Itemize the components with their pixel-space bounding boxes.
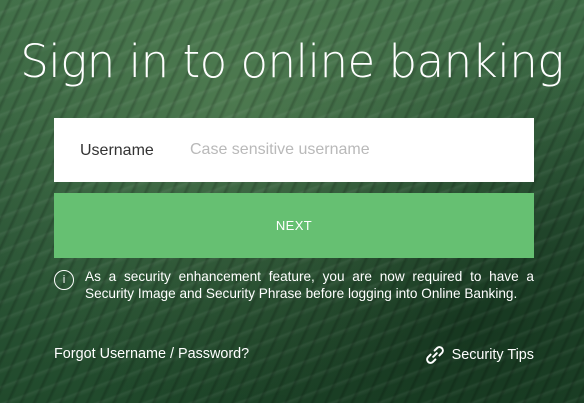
security-notice: i As a security enhancement feature, you… [54, 268, 534, 320]
security-tips-link[interactable]: Security Tips [424, 342, 534, 368]
username-input[interactable] [190, 138, 510, 162]
next-button[interactable]: NEXT [54, 193, 534, 258]
page-title: Sign in to online banking [20, 35, 564, 88]
info-icon: i [54, 270, 74, 290]
forgot-username-password-link[interactable]: Forgot Username / Password? [54, 346, 249, 362]
link-icon [425, 346, 444, 364]
username-field-container[interactable]: Username [54, 118, 534, 182]
security-notice-text: As a security enhancement feature, you a… [85, 269, 534, 301]
security-tips-label: Security Tips [451, 347, 534, 363]
username-label: Username [80, 142, 154, 159]
